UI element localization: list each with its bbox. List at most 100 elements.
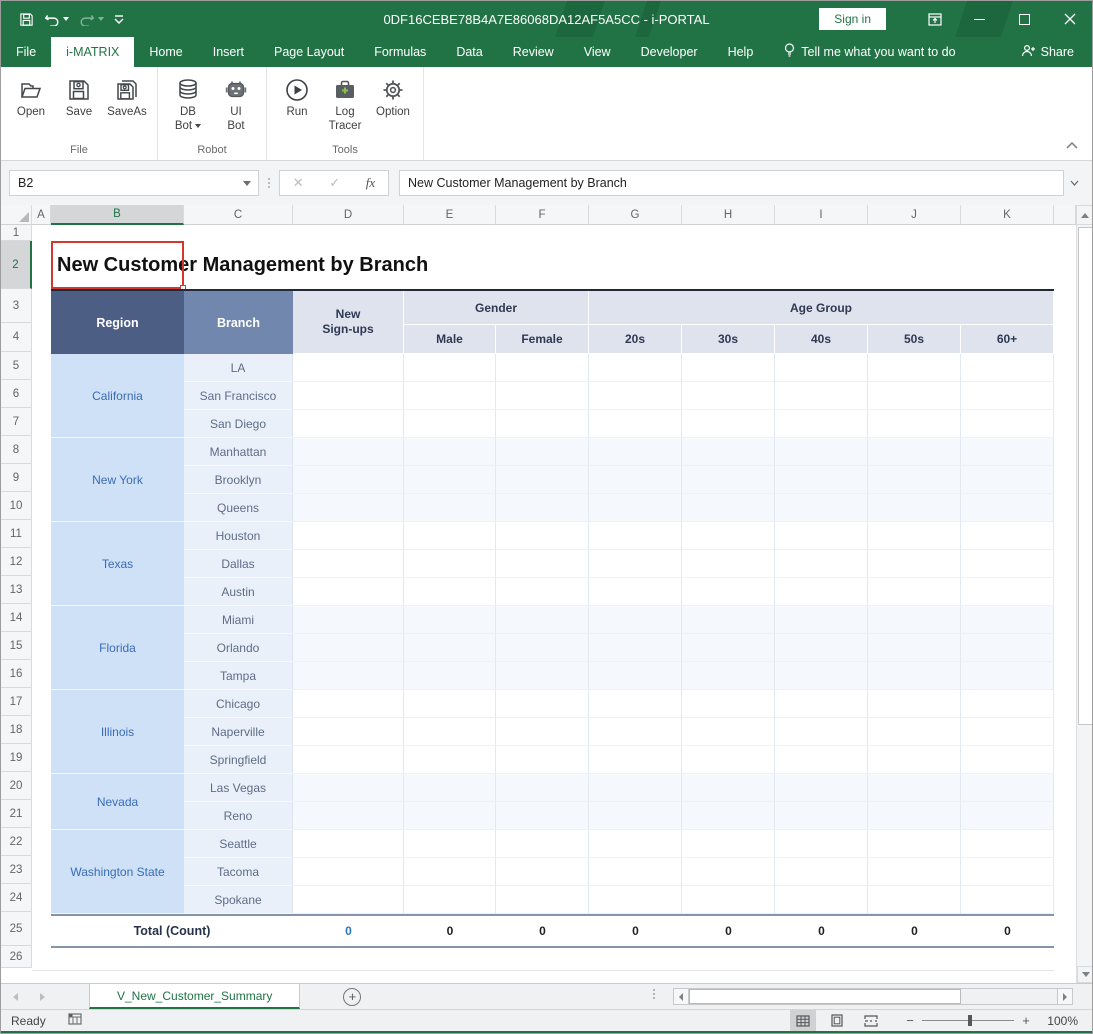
redo-button[interactable] xyxy=(75,9,108,29)
scroll-up-button[interactable] xyxy=(1076,205,1093,225)
zoom-in-icon[interactable]: + xyxy=(1016,1013,1036,1028)
row-header-5[interactable]: 5 xyxy=(1,352,32,380)
data-cell[interactable] xyxy=(404,438,496,466)
data-cell[interactable] xyxy=(961,606,1054,634)
row-header-21[interactable]: 21 xyxy=(1,800,32,828)
add-sheet-button[interactable]: + xyxy=(343,988,361,1006)
total-value-cell[interactable]: 0 xyxy=(682,914,775,948)
data-cell[interactable] xyxy=(496,382,589,410)
undo-dropdown-caret[interactable] xyxy=(63,17,69,21)
row-header-16[interactable]: 16 xyxy=(1,660,32,688)
row-header-9[interactable]: 9 xyxy=(1,464,32,492)
data-cell[interactable] xyxy=(961,410,1054,438)
data-cell[interactable] xyxy=(496,578,589,606)
region-cell[interactable]: New York xyxy=(51,438,184,522)
data-cell[interactable] xyxy=(404,550,496,578)
column-header-I[interactable]: I xyxy=(775,205,868,225)
data-cell[interactable] xyxy=(293,466,404,494)
prev-sheet-icon[interactable] xyxy=(13,993,18,1001)
header-gender[interactable]: Gender xyxy=(404,291,589,325)
data-cell[interactable] xyxy=(682,746,775,774)
maximize-button[interactable] xyxy=(1002,1,1047,37)
data-cell[interactable] xyxy=(682,774,775,802)
formula-bar-handle[interactable] xyxy=(259,178,279,188)
data-cell[interactable] xyxy=(404,718,496,746)
header-age-30s[interactable]: 30s xyxy=(682,325,775,354)
total-value-cell[interactable]: 0 xyxy=(404,914,496,948)
tab-help[interactable]: Help xyxy=(713,37,769,67)
total-value-cell[interactable]: 0 xyxy=(775,914,868,948)
data-cell[interactable] xyxy=(961,354,1054,382)
scroll-right-button[interactable] xyxy=(1057,988,1073,1005)
data-cell[interactable] xyxy=(589,774,682,802)
row-header-6[interactable]: 6 xyxy=(1,380,32,408)
save-as-button[interactable]: SaveAs xyxy=(105,73,149,142)
data-cell[interactable] xyxy=(868,578,961,606)
data-cell[interactable] xyxy=(682,354,775,382)
data-cell[interactable] xyxy=(496,662,589,690)
data-cell[interactable] xyxy=(404,382,496,410)
data-cell[interactable] xyxy=(868,774,961,802)
header-male[interactable]: Male xyxy=(404,325,496,354)
region-cell[interactable]: Texas xyxy=(51,522,184,606)
data-cell[interactable] xyxy=(961,690,1054,718)
data-cell[interactable] xyxy=(775,830,868,858)
region-cell[interactable]: Nevada xyxy=(51,774,184,830)
data-cell[interactable] xyxy=(589,466,682,494)
select-all-corner[interactable] xyxy=(1,205,32,225)
next-sheet-icon[interactable] xyxy=(40,993,45,1001)
data-cell[interactable] xyxy=(775,354,868,382)
data-cell[interactable] xyxy=(589,662,682,690)
data-cell[interactable] xyxy=(293,438,404,466)
zoom-slider-thumb[interactable] xyxy=(968,1015,972,1026)
data-cell[interactable] xyxy=(404,354,496,382)
data-cell[interactable] xyxy=(496,606,589,634)
data-cell[interactable] xyxy=(961,578,1054,606)
tabbar-resize-handle[interactable] xyxy=(653,989,655,999)
total-value-cell[interactable]: 0 xyxy=(293,914,404,948)
customize-qat-button[interactable] xyxy=(110,10,128,28)
data-cell[interactable] xyxy=(868,746,961,774)
data-cell[interactable] xyxy=(589,438,682,466)
data-cell[interactable] xyxy=(589,886,682,914)
data-cell[interactable] xyxy=(496,550,589,578)
formula-input[interactable]: New Customer Management by Branch xyxy=(399,170,1064,196)
data-cell[interactable] xyxy=(682,718,775,746)
data-cell[interactable] xyxy=(868,410,961,438)
header-female[interactable]: Female xyxy=(496,325,589,354)
insert-function-icon[interactable]: fx xyxy=(366,175,375,191)
data-cell[interactable] xyxy=(404,830,496,858)
row-header-13[interactable]: 13 xyxy=(1,576,32,604)
data-cell[interactable] xyxy=(589,606,682,634)
data-cell[interactable] xyxy=(868,606,961,634)
row-header-12[interactable]: 12 xyxy=(1,548,32,576)
branch-cell[interactable]: Orlando xyxy=(184,634,293,662)
branch-cell[interactable]: Manhattan xyxy=(184,438,293,466)
data-cell[interactable] xyxy=(293,718,404,746)
share-button[interactable]: Share xyxy=(1003,37,1092,67)
branch-cell[interactable]: Tampa xyxy=(184,662,293,690)
data-cell[interactable] xyxy=(404,410,496,438)
macro-record-icon[interactable] xyxy=(68,1013,82,1028)
data-cell[interactable] xyxy=(682,634,775,662)
branch-cell[interactable]: Queens xyxy=(184,494,293,522)
data-cell[interactable] xyxy=(868,494,961,522)
data-cell[interactable] xyxy=(961,774,1054,802)
data-cell[interactable] xyxy=(682,802,775,830)
data-cell[interactable] xyxy=(868,522,961,550)
row-header-4[interactable]: 4 xyxy=(1,323,32,352)
tab-developer[interactable]: Developer xyxy=(626,37,713,67)
enter-icon[interactable]: ✓ xyxy=(329,175,340,191)
data-cell[interactable] xyxy=(775,774,868,802)
header-branch[interactable]: Branch xyxy=(184,291,293,354)
data-cell[interactable] xyxy=(293,858,404,886)
data-cell[interactable] xyxy=(868,802,961,830)
data-cell[interactable] xyxy=(589,802,682,830)
tab-review[interactable]: Review xyxy=(498,37,569,67)
data-cell[interactable] xyxy=(868,690,961,718)
save-button[interactable]: Save xyxy=(57,73,101,142)
ui-bot-button[interactable]: UI Bot xyxy=(214,73,258,142)
data-cell[interactable] xyxy=(682,466,775,494)
total-label-cell[interactable]: Total (Count) xyxy=(51,914,293,948)
data-cell[interactable] xyxy=(293,606,404,634)
